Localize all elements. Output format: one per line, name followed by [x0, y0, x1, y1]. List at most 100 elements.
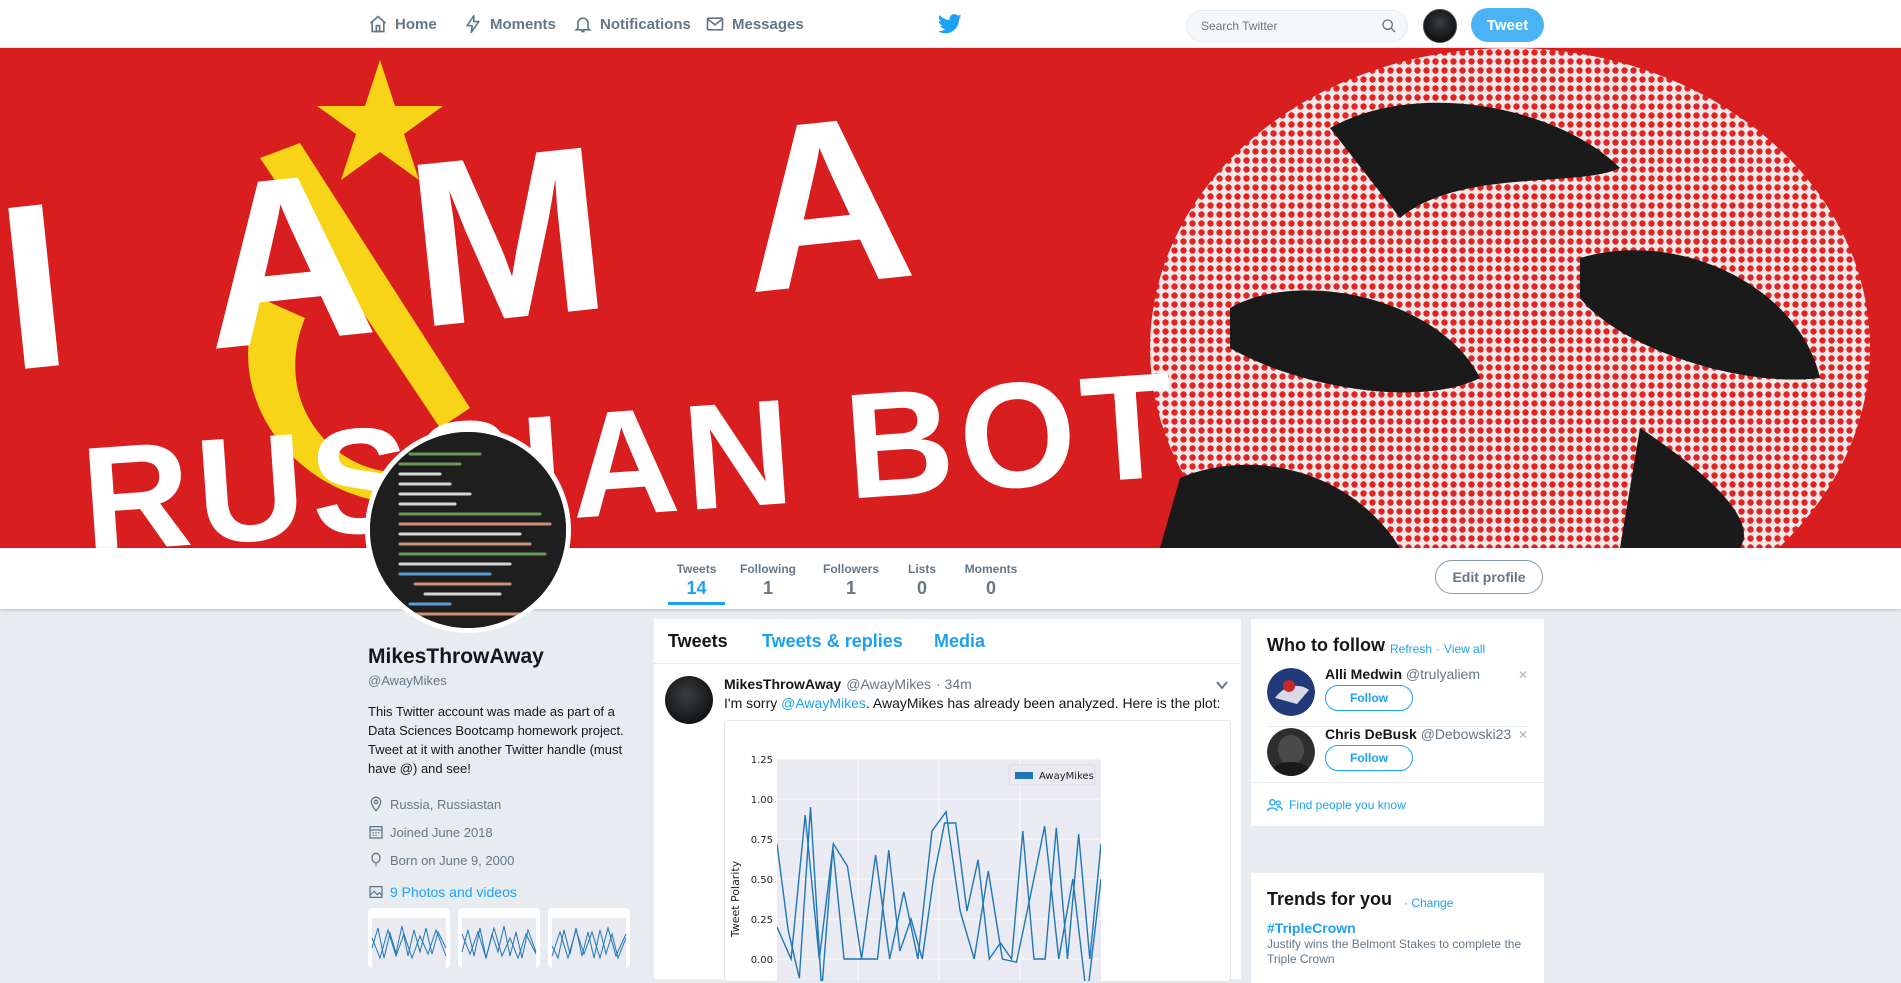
profile-joined: Joined June 2018: [368, 818, 630, 846]
tweet-author-handle[interactable]: @AwayMikes: [846, 676, 931, 692]
profile-name[interactable]: MikesThrowAway: [368, 645, 630, 669]
nav-home[interactable]: Home: [368, 0, 437, 48]
tweet[interactable]: MikesThrowAway @AwayMikes · 34m I'm sorr…: [654, 664, 1241, 982]
media-thumbnail[interactable]: [458, 908, 540, 968]
photos-videos-label: 9 Photos and videos: [390, 884, 517, 900]
nav-messages-label: Messages: [732, 15, 804, 33]
calendar-icon: [369, 826, 383, 839]
timeline-tabs: Tweets Tweets & replies Media: [654, 619, 1241, 664]
photos-videos-link[interactable]: 9 Photos and videos: [368, 884, 630, 900]
suggested-user-display-name: Alli Medwin: [1325, 666, 1402, 682]
top-nav-inner: Home Moments Notifications Messages Twee…: [368, 0, 1544, 48]
y-axis-label: Tweet Polarity: [729, 860, 742, 938]
find-people-link[interactable]: Find people you know: [1267, 797, 1406, 813]
search-input[interactable]: [1199, 18, 1381, 34]
stat-following[interactable]: Following 1: [740, 562, 796, 599]
y-tick-label: 0.25: [751, 915, 773, 926]
twitter-bird-icon[interactable]: [938, 13, 962, 35]
suggested-user[interactable]: Alli Medwin @trulyaliem Follow ✕: [1267, 664, 1528, 722]
profile-sidebar: MikesThrowAway @AwayMikes This Twitter a…: [368, 645, 630, 968]
polarity-line-chart: 1.251.000.750.500.250.00−0.25Tweet Polar…: [729, 755, 1101, 981]
tweet-timestamp[interactable]: · 34m: [936, 676, 972, 692]
follow-button[interactable]: Follow: [1325, 685, 1413, 711]
stat-lists[interactable]: Lists 0: [907, 562, 937, 599]
bell-icon: [574, 17, 592, 33]
y-tick-label: 0.50: [751, 875, 773, 886]
stat-moments-value: 0: [985, 578, 996, 598]
nav-notifications-label: Notifications: [600, 15, 691, 33]
media-thumbnail[interactable]: [368, 908, 450, 968]
suggested-user-avatar[interactable]: [1267, 728, 1315, 776]
stat-lists-value: 0: [916, 578, 927, 598]
stat-followers-value: 1: [845, 578, 856, 598]
find-people-label: Find people you know: [1289, 798, 1406, 812]
legend-label: AwayMikes: [1039, 771, 1094, 782]
trend-item[interactable]: #TripleCrown: [1267, 920, 1356, 936]
location-pin-icon: [370, 796, 382, 812]
tweet-text-prefix: I'm sorry: [724, 695, 782, 711]
suggested-user-avatar[interactable]: [1267, 668, 1315, 716]
profile-location: Russia, Russiastan: [368, 790, 630, 818]
suggested-user-handle: @Debowski23: [1420, 726, 1512, 742]
profile-birthday-text: Born on June 9, 2000: [390, 852, 515, 868]
tweet-button[interactable]: Tweet: [1471, 8, 1544, 42]
top-nav: Home Moments Notifications Messages Twee…: [0, 0, 1901, 48]
account-avatar[interactable]: [1423, 9, 1457, 43]
dismiss-icon[interactable]: ✕: [1518, 668, 1528, 682]
stat-moments[interactable]: Moments 0: [962, 562, 1020, 599]
profile-banner[interactable]: I AM A RUSSIAN BOT: [0, 48, 1901, 548]
follow-button[interactable]: Follow: [1325, 745, 1413, 771]
stat-tweets-label: Tweets: [676, 562, 717, 576]
tweet-header: MikesThrowAway @AwayMikes · 34m: [724, 676, 972, 692]
media-thumbnail[interactable]: [548, 908, 630, 968]
who-to-follow-footer: Find people you know: [1251, 782, 1544, 827]
dismiss-icon[interactable]: ✕: [1518, 728, 1528, 742]
timeline: Tweets Tweets & replies Media MikesThrow…: [654, 619, 1241, 982]
tweet-author-name[interactable]: MikesThrowAway: [724, 676, 841, 692]
suggested-user-name[interactable]: Alli Medwin @trulyaliem: [1325, 666, 1480, 682]
nav-home-label: Home: [395, 15, 437, 33]
tab-tweets[interactable]: Tweets: [668, 631, 728, 652]
trends-change-link[interactable]: · Change: [1404, 896, 1453, 910]
home-icon: [369, 15, 387, 33]
tab-media[interactable]: Media: [934, 631, 985, 652]
profile-avatar[interactable]: [365, 427, 571, 633]
y-tick-label: 1.25: [751, 755, 773, 766]
lightning-icon: [466, 14, 480, 34]
stat-tweets-value: 14: [686, 578, 707, 598]
tweet-text-suffix: . AwayMikes has already been analyzed. H…: [865, 695, 1221, 711]
media-thumbnails: [368, 908, 630, 968]
search-box[interactable]: [1186, 10, 1408, 42]
profile-handle[interactable]: @AwayMikes: [368, 673, 630, 688]
stat-followers[interactable]: Followers 1: [823, 562, 879, 599]
refresh-link[interactable]: Refresh: [1390, 642, 1432, 656]
stat-tweets[interactable]: Tweets 14: [668, 562, 725, 605]
suggested-user[interactable]: Chris DeBusk @Debowski23 Follow ✕: [1267, 724, 1528, 782]
nav-notifications[interactable]: Notifications: [573, 0, 691, 48]
edit-profile-button[interactable]: Edit profile: [1435, 560, 1543, 594]
who-to-follow-links: · Refresh · View all: [1382, 642, 1486, 656]
envelope-icon: [706, 17, 724, 31]
tweet-media-plot[interactable]: 1.251.000.750.500.250.00−0.25Tweet Polar…: [724, 720, 1231, 982]
tweet-mention-link[interactable]: @AwayMikes: [781, 695, 866, 711]
suggested-user-display-name: Chris DeBusk: [1325, 726, 1417, 742]
nav-moments[interactable]: Moments: [463, 0, 556, 48]
photo-icon: [369, 886, 383, 898]
stat-following-label: Following: [740, 562, 796, 576]
search-icon[interactable]: [1381, 18, 1397, 34]
chevron-down-icon[interactable]: [1215, 678, 1229, 692]
who-to-follow: Who to follow · Refresh · View all Alli …: [1251, 619, 1544, 826]
suggested-user-name[interactable]: Chris DeBusk @Debowski23: [1325, 726, 1511, 742]
view-all-link[interactable]: View all: [1444, 642, 1485, 656]
people-icon: [1267, 799, 1283, 812]
tab-tweets-replies[interactable]: Tweets & replies: [762, 631, 903, 652]
y-tick-label: 0.75: [751, 835, 773, 846]
tweet-avatar[interactable]: [665, 676, 713, 724]
profile-joined-text: Joined June 2018: [390, 824, 493, 840]
profile-location-text: Russia, Russiastan: [390, 796, 502, 812]
nav-messages[interactable]: Messages: [705, 0, 804, 48]
trends-change-label: Change: [1411, 896, 1454, 910]
y-tick-label: 1.00: [751, 795, 773, 806]
code-screenshot-image: [370, 432, 566, 628]
suggested-user-handle: @trulyaliem: [1405, 666, 1481, 682]
